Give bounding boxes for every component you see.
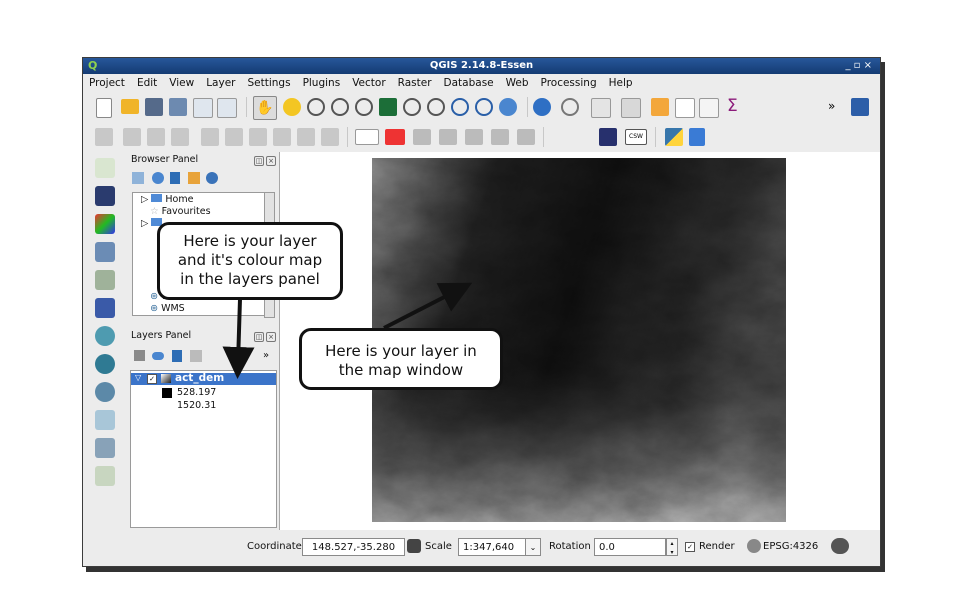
layers-panel-callout: Here is your layer and it's colour map i… (157, 222, 343, 300)
annotation-arrows (222, 282, 473, 379)
arrow-to-map-layer (383, 282, 473, 330)
arrow-to-layers-panel (222, 298, 255, 379)
map-window-callout: Here is your layer in the map window (299, 328, 503, 390)
